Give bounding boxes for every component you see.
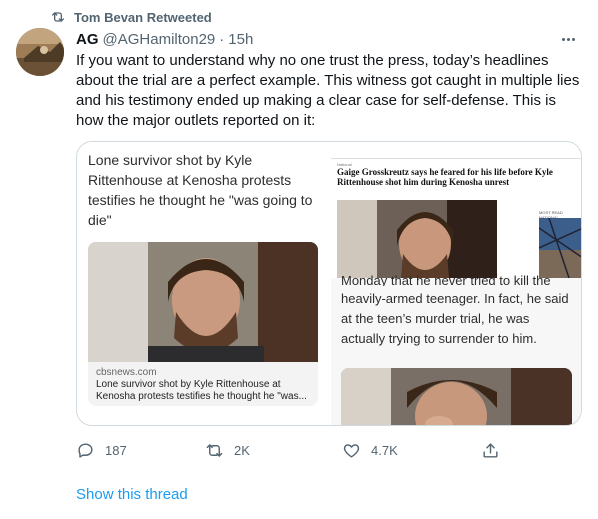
- media-image-left[interactable]: Lone survivor shot by Kyle Rittenhouse a…: [77, 142, 329, 425]
- cbs-headline: Lone survivor shot by Kyle Rittenhouse a…: [88, 152, 313, 228]
- retweet-button[interactable]: 2K: [205, 438, 250, 462]
- witness-photo-2: [341, 368, 572, 425]
- share-button[interactable]: [481, 438, 500, 462]
- author-handle[interactable]: @AGHamilton29: [103, 31, 216, 48]
- reply-count: 187: [105, 442, 127, 458]
- link-domain: cbsnews.com: [96, 367, 157, 378]
- author-name[interactable]: AG: [76, 31, 99, 48]
- like-icon: [343, 443, 360, 458]
- like-count: 4.7K: [371, 442, 398, 458]
- retweet-count: 2K: [234, 442, 250, 458]
- media-image-right[interactable]: National Gaige Grosskreutz says he feare…: [331, 142, 581, 425]
- retweet-label: Tom Bevan Retweeted: [74, 9, 212, 25]
- retweet-icon: [206, 443, 223, 457]
- link-title: Lone survivor shot by Kyle Rittenhouse a…: [96, 379, 307, 402]
- separator-dot: ·: [219, 30, 225, 48]
- body-cut-line: Monday that he never tried to kill the: [341, 275, 551, 286]
- show-thread-link[interactable]: Show this thread: [76, 486, 188, 503]
- tweet-time[interactable]: 15h: [228, 31, 253, 48]
- side-thumbnail: [539, 218, 581, 278]
- retweet-icon: [52, 12, 64, 22]
- reply-button[interactable]: 187: [76, 438, 127, 462]
- wapo-photo: [337, 200, 497, 278]
- tweet-header: AG @AGHamilton29 · 15h: [76, 29, 582, 49]
- tweet-text: If you want to understand why no one tru…: [76, 52, 580, 129]
- wapo-headline: Gaige Grosskreutz says he feared for his…: [337, 167, 553, 187]
- reply-icon: [78, 442, 93, 458]
- witness-photo: [88, 242, 318, 364]
- link-preview[interactable]: cbsnews.com Lone survivor shot by Kyle R…: [88, 362, 318, 406]
- tweet-media[interactable]: Lone survivor shot by Kyle Rittenhouse a…: [76, 141, 582, 426]
- like-button[interactable]: 4.7K: [342, 438, 398, 462]
- retweet-context[interactable]: Tom Bevan Retweeted: [50, 7, 212, 27]
- wapo-article-header: National Gaige Grosskreutz says he feare…: [331, 142, 581, 278]
- nav-divider: [331, 158, 581, 159]
- avatar[interactable]: [16, 28, 64, 76]
- share-icon: [483, 442, 498, 458]
- wapo-body-text: Monday that he never tried to kill the h…: [341, 275, 577, 349]
- body-text: heavily-armed teenager. In fact, he said…: [341, 291, 569, 346]
- more-icon[interactable]: [558, 31, 578, 47]
- tweet-actions: 187 2K 4.7K: [76, 438, 506, 462]
